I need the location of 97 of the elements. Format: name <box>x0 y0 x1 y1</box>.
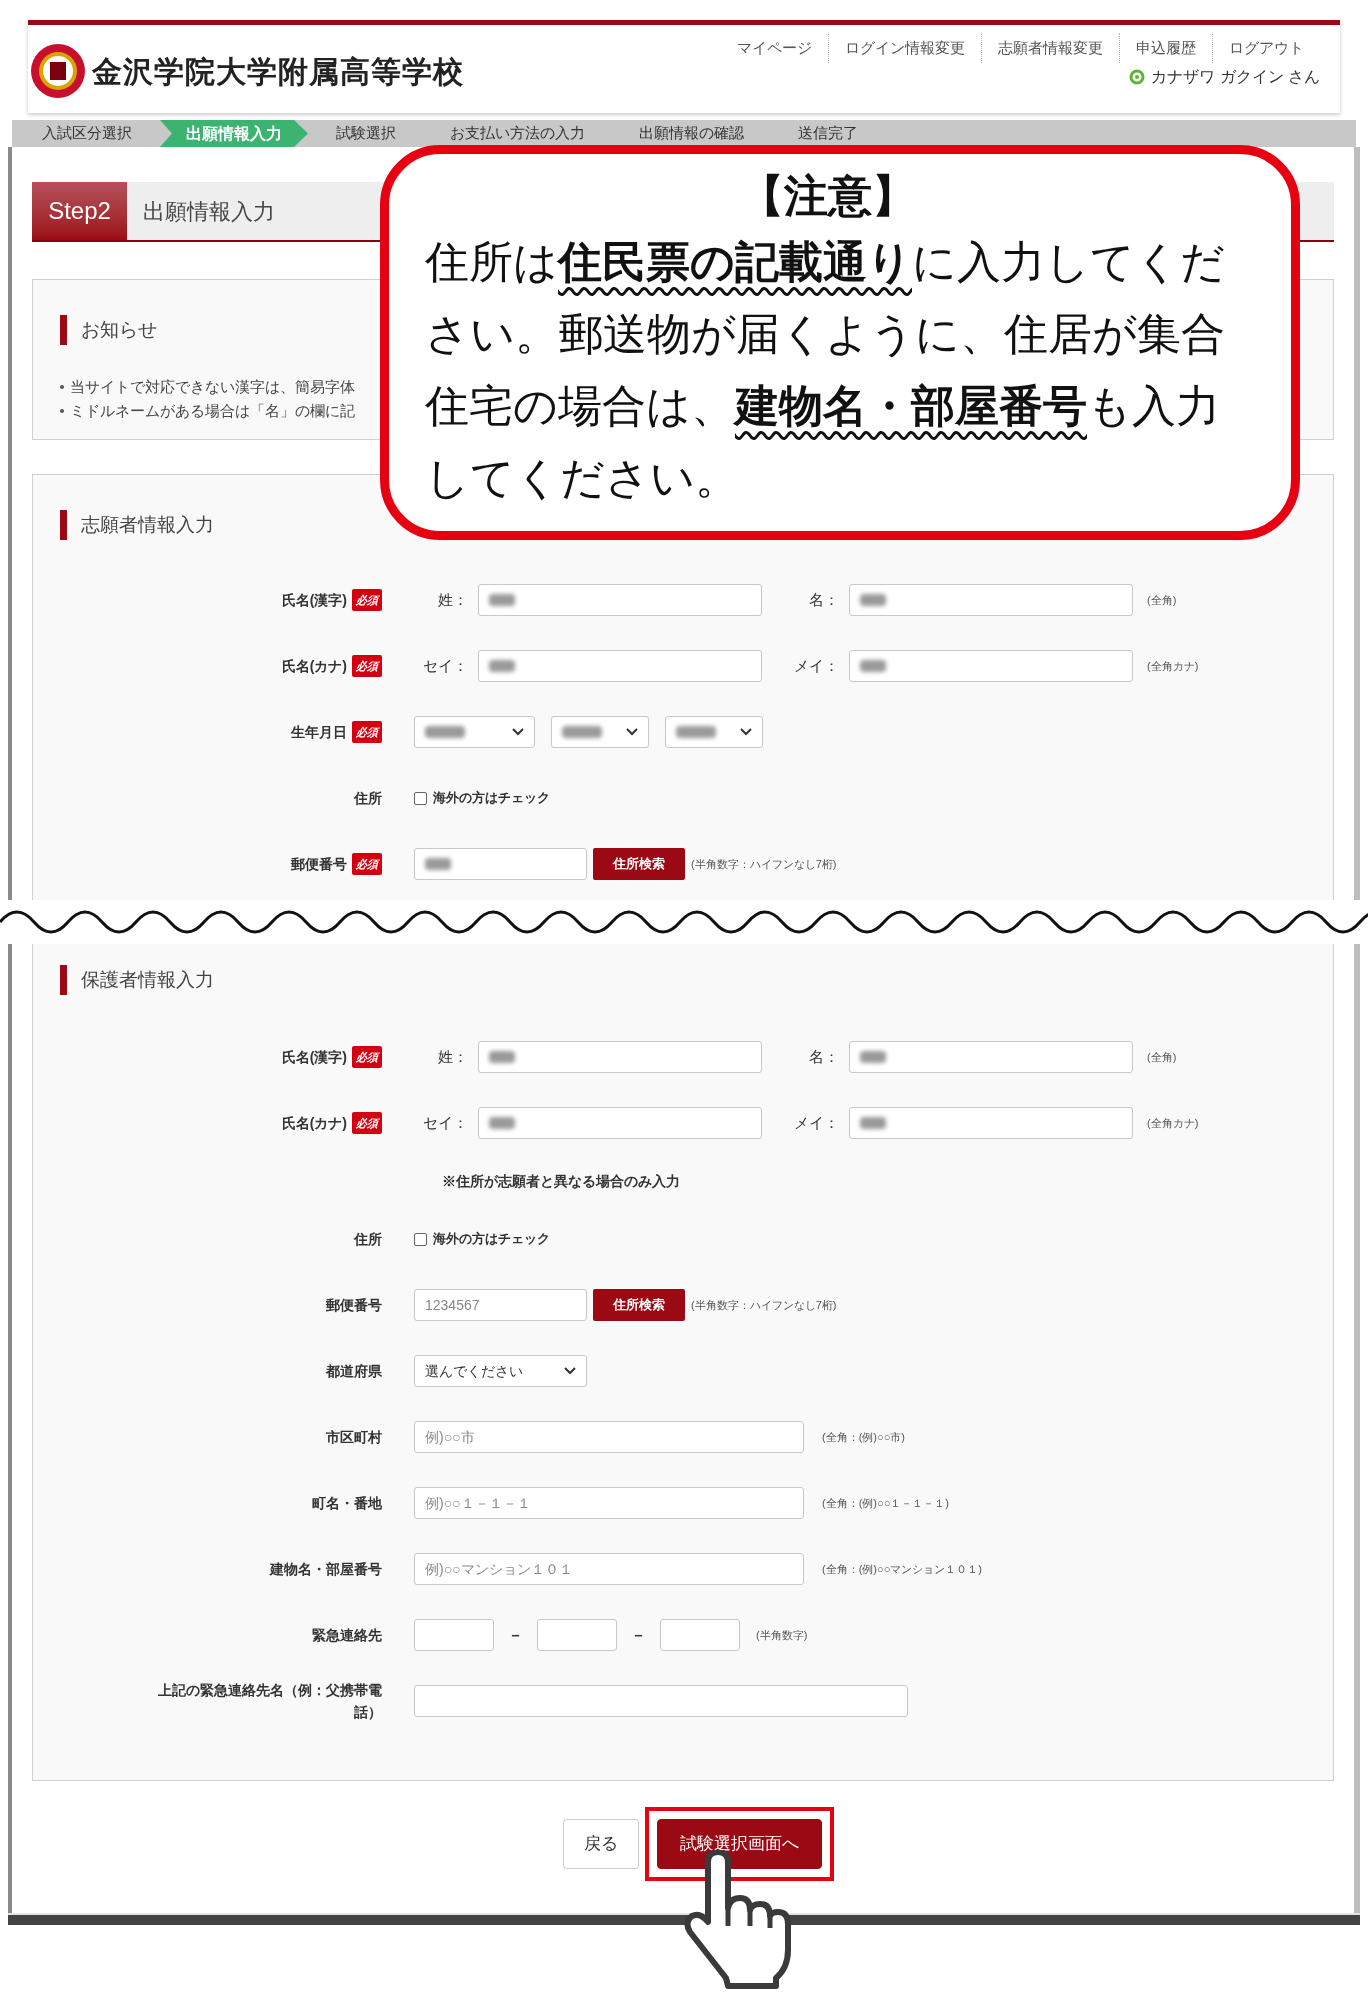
select-field[interactable] <box>665 716 763 748</box>
search-address-button[interactable]: 住所検索 <box>593 1289 685 1321</box>
search-address-button[interactable]: 住所検索 <box>593 848 685 880</box>
field-prefix: 名： <box>808 589 840 610</box>
field-prefix: メイ： <box>793 655 840 676</box>
heading-bar <box>60 965 67 995</box>
school-name: 金沢学院大学附属高等学校 <box>92 53 464 90</box>
field-hint: (全角) <box>1147 1049 1177 1065</box>
required-badge: 必須 <box>352 1045 382 1069</box>
field-label: 上記の緊急連絡先名（例：父携帯電話） <box>157 1681 382 1722</box>
section-title: 保護者情報入力 <box>81 967 214 992</box>
select-field[interactable]: 選んでください <box>414 1355 587 1387</box>
input-field[interactable] <box>478 1107 762 1139</box>
heading-bar <box>60 315 67 345</box>
field-hint: (半角数字) <box>756 1627 808 1643</box>
notice-text: ミドルネームがある場合は「名」の欄に記 <box>70 401 355 421</box>
input-field[interactable] <box>478 1041 762 1073</box>
user-icon <box>1129 69 1146 85</box>
field-label: 郵便番号 <box>291 854 347 874</box>
input-field[interactable]: 1234567 <box>414 1289 587 1321</box>
input-field[interactable] <box>478 584 762 616</box>
chevron-down-icon <box>626 728 638 736</box>
dash-separator: － <box>508 1624 523 1645</box>
nav-link[interactable]: ログアウト <box>1212 33 1320 63</box>
field-label: 氏名(漢字) <box>281 590 347 610</box>
callout-text: 住所は住民票の記載通りに入力してください。郵送物が届くように、住居が集合住宅の場合は、建物名・部屋番号も入力してください。 <box>425 236 1225 504</box>
required-badge: 必須 <box>352 1111 382 1135</box>
required-badge: 必須 <box>352 720 382 744</box>
dash-separator: － <box>631 1624 646 1645</box>
field-hint: (全角カナ) <box>1147 658 1199 674</box>
field-prefix: セイ： <box>422 1112 469 1133</box>
field-label: 生年月日 <box>291 722 347 742</box>
field-label: 市区町村 <box>326 1427 382 1447</box>
field-hint: (全角) <box>1147 592 1177 608</box>
checkbox[interactable] <box>414 1232 427 1246</box>
user-name: カナザワ ガクイン さん <box>1151 67 1320 87</box>
input-field[interactable] <box>414 1685 908 1717</box>
input-field[interactable] <box>849 1041 1133 1073</box>
input-field[interactable] <box>849 1107 1133 1139</box>
bullet-icon <box>60 385 64 389</box>
input-field[interactable] <box>478 650 762 682</box>
required-badge: 必須 <box>352 852 382 876</box>
back-button[interactable]: 戻る <box>562 1819 639 1869</box>
input-field[interactable] <box>414 1619 494 1651</box>
input-field[interactable] <box>414 848 587 880</box>
field-label: 緊急連絡先 <box>312 1625 382 1645</box>
checkbox[interactable] <box>414 791 427 805</box>
field-prefix: 姓： <box>437 589 469 610</box>
field-label: 都道府県 <box>326 1361 382 1381</box>
nav-link[interactable]: 申込履歴 <box>1119 33 1212 63</box>
input-field[interactable]: 例)○○１－１－１ <box>414 1487 804 1519</box>
chevron-down-icon <box>512 728 524 736</box>
callout-title: 【注意】 <box>739 170 917 222</box>
step-title: 出願情報入力 <box>142 197 275 226</box>
field-label: 郵便番号 <box>326 1295 382 1315</box>
nav-link[interactable]: ログイン情報変更 <box>828 33 981 63</box>
checkbox-label: 海外の方はチェック <box>433 789 550 808</box>
field-hint: (全角：(例)○○市) <box>822 1429 905 1445</box>
field-prefix: 姓： <box>437 1046 469 1067</box>
field-label: 氏名(カナ) <box>281 656 347 676</box>
input-field[interactable] <box>537 1619 617 1651</box>
field-prefix: 名： <box>808 1046 840 1067</box>
field-prefix: メイ： <box>793 1112 840 1133</box>
form-note: ※住所が志願者と異なる場合のみ入力 <box>442 1171 680 1191</box>
field-label: 建物名・部屋番号 <box>270 1559 382 1579</box>
input-field[interactable] <box>660 1619 740 1651</box>
next-button[interactable]: 試験選択画面へ <box>656 1819 822 1869</box>
field-hint: (半角数字：ハイフンなし7桁) <box>691 1297 837 1313</box>
select-field[interactable] <box>551 716 649 748</box>
required-badge: 必須 <box>352 588 382 612</box>
input-field[interactable] <box>849 584 1133 616</box>
bullet-icon <box>60 409 64 413</box>
checkbox-label: 海外の方はチェック <box>433 1230 550 1249</box>
nav-link[interactable]: 志願者情報変更 <box>981 33 1119 63</box>
field-hint: (全角：(例)○○マンション１０１) <box>822 1561 982 1577</box>
step-label: Step2 <box>32 182 127 240</box>
chevron-down-icon <box>740 728 752 736</box>
section-title: 志願者情報入力 <box>81 512 214 537</box>
field-label: 住所 <box>354 788 382 808</box>
field-hint: (半角数字：ハイフンなし7桁) <box>691 856 837 872</box>
notice-text: 当サイトで対応できない漢字は、簡易字体 <box>70 377 355 397</box>
field-prefix: セイ： <box>422 655 469 676</box>
field-label: 氏名(漢字) <box>281 1047 347 1067</box>
field-label: 氏名(カナ) <box>281 1113 347 1133</box>
input-field[interactable]: 例)○○マンション１０１ <box>414 1553 804 1585</box>
field-label: 町名・番地 <box>312 1493 382 1513</box>
input-field[interactable] <box>849 650 1133 682</box>
select-field[interactable] <box>414 716 535 748</box>
input-field[interactable]: 例)○○市 <box>414 1421 804 1453</box>
heading-bar <box>60 510 67 540</box>
nav-link[interactable]: マイページ <box>721 33 828 63</box>
required-badge: 必須 <box>352 654 382 678</box>
field-hint: (全角：(例)○○１－１－１) <box>822 1495 949 1511</box>
chevron-down-icon <box>564 1367 576 1375</box>
field-label: 住所 <box>354 1229 382 1249</box>
field-hint: (全角カナ) <box>1147 1115 1199 1131</box>
section-title: お知らせ <box>81 317 157 342</box>
